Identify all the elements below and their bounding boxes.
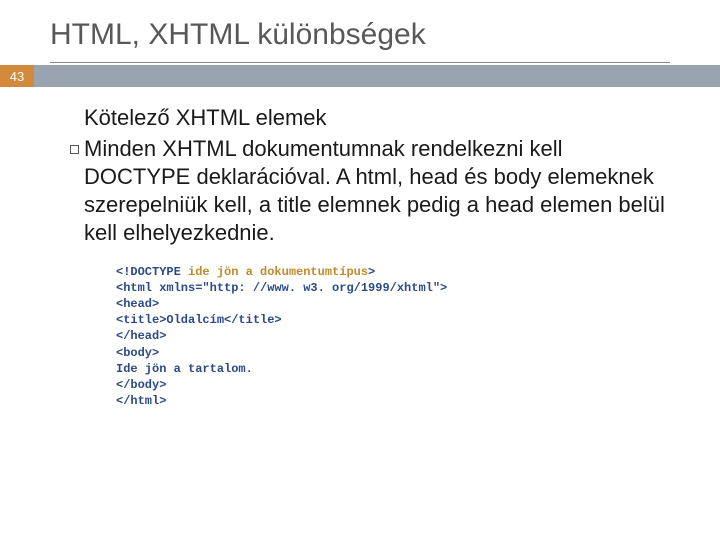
code-line-7: Ide jön a tartalom. [116,362,253,376]
code-line-1-suffix: > [368,265,375,279]
bullet-marker-icon [70,135,84,159]
code-line-1-highlight: ide jön a dokumentumtípus [188,265,368,279]
header-grey-bar [34,65,720,87]
title-underline [50,62,670,63]
slide: HTML, XHTML különbségek 43 Kötelező XHTM… [0,0,720,540]
code-line-2: <html xmlns="http: //www. w3. org/1999/x… [116,281,447,295]
bullet-item: Minden XHTML dokumentumnak rendelkezni k… [70,135,680,248]
content-area: Kötelező XHTML elemek Minden XHTML dokum… [0,87,720,409]
code-line-6: <body> [116,346,159,360]
slide-title: HTML, XHTML különbségek [0,0,720,62]
code-line-5: </head> [116,329,166,343]
subheading: Kötelező XHTML elemek [84,105,680,131]
page-number-badge: 43 [0,65,34,87]
code-block: <!DOCTYPE ide jön a dokumentumtípus> <ht… [116,264,680,410]
header-bar: 43 [0,65,720,87]
bullet-text: Minden XHTML dokumentumnak rendelkezni k… [84,135,680,248]
code-line-9: </html> [116,394,166,408]
code-line-3: <head> [116,297,159,311]
code-line-8: </body> [116,378,166,392]
code-line-1-prefix: <!DOCTYPE [116,265,188,279]
code-line-4: <title>Oldalcím</title> [116,313,282,327]
